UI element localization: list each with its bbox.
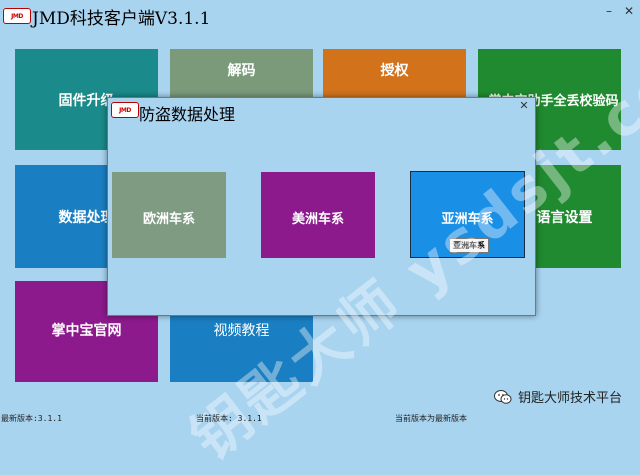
watermark-text: 钥匙大师技术平台 [517,391,622,406]
option-europe[interactable]: 欧洲车系 [112,172,226,258]
tile-label: 语言设置 [536,209,593,226]
option-label: 美洲车系 [291,212,344,227]
dialog-title: 防盗数据处理 [139,105,236,124]
status-version-message: 当前版本为最新版本 [395,414,467,423]
option-label: 欧洲车系 [142,212,195,227]
app-logo: JMD [3,8,31,24]
status-current-version: 当前版本: 3.1.1 [196,414,262,423]
tile-label: 掌中宝官网 [51,323,122,339]
app-title: JMD科技客户端V3.1.1 [32,9,211,29]
title-bar: JMD JMD科技客户端V3.1.1 – ✕ [0,0,640,34]
close-button[interactable]: ✕ [622,4,636,18]
dialog-close-button[interactable]: ✕ [517,99,531,113]
tile-label: 视频教程 [213,323,270,339]
option-america[interactable]: 美洲车系 [261,172,375,258]
watermark-badge: 钥匙大师技术平台 [493,387,622,406]
option-label: 亚洲车系 [441,212,494,227]
option-asia[interactable]: 亚洲车系 亚洲车系 [410,171,525,258]
status-latest-version: 最新版本:3.1.1 [1,414,62,423]
anti-theft-dialog: JMD 防盗数据处理 ✕ 欧洲车系 美洲车系 亚洲车系 亚洲车系 [107,97,536,316]
minimize-button[interactable]: – [602,4,616,18]
tooltip: 亚洲车系 [449,238,489,253]
tile-label: 授权 [380,62,409,79]
tile-label: 解码 [227,62,256,79]
dialog-logo: JMD [111,102,139,118]
wechat-icon [493,389,512,404]
